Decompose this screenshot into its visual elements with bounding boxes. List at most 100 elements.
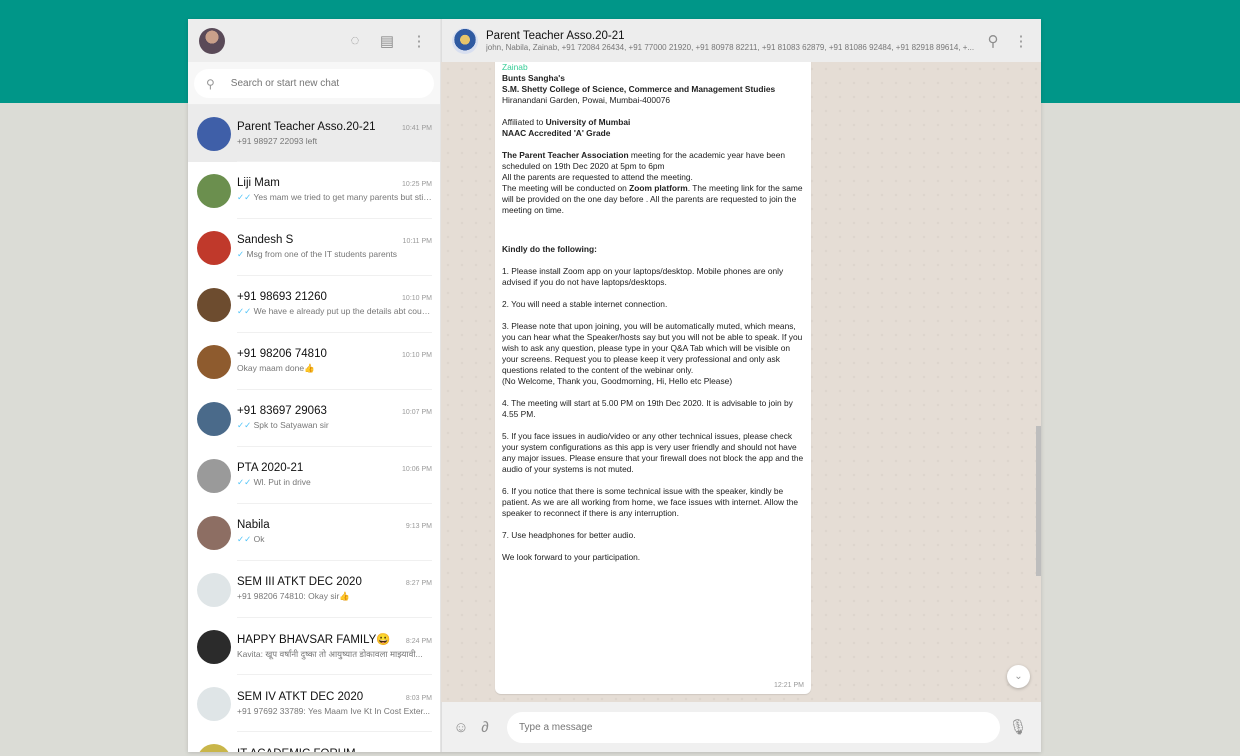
chat-name: +91 98206 74810 [237, 348, 327, 360]
chat-avatar [197, 401, 231, 436]
chat-preview: ✓✓ Ok [237, 534, 265, 544]
chat-name: +91 98693 21260 [237, 291, 327, 303]
message-line: Hiranandani Garden, Powai, Mumbai-400076 [502, 95, 671, 105]
attach-icon[interactable]: ∂ [475, 717, 495, 737]
chat-preview: +91 98206 74810: Okay sir👍 [237, 591, 350, 601]
chat-list-item[interactable]: IT ACADEMIC FORUM7:01 PM Harshal: ******… [188, 732, 440, 752]
chat-list-item[interactable]: Parent Teacher Asso.20-21 10:41 PM +91 98… [188, 105, 440, 162]
chat-time: 10:10 PM [402, 352, 432, 359]
group-name: Parent Teacher Asso.20-21 [486, 29, 625, 42]
chevron-down-icon[interactable]: ⌄ [1007, 665, 1030, 688]
chat-pane: Parent Teacher Asso.20-21 john, Nabila, … [441, 19, 1041, 752]
chat-list-item[interactable]: +91 98693 21260 10:10 PM ✓✓ We have e alre… [188, 276, 440, 333]
chat-avatar [197, 572, 231, 607]
chat-name: +91 83697 29063 [237, 405, 327, 417]
search-icon[interactable]: ⚲ [983, 31, 1003, 51]
menu-icon[interactable]: ⋮ [1011, 31, 1031, 51]
read-receipt-icon: ✓✓ [237, 534, 252, 544]
menu-icon[interactable]: ⋮ [409, 31, 429, 51]
chat-time: 8:24 PM [405, 638, 432, 645]
chat-item-body: Liji Mam 10:25 PM ✓✓ Yes mam we tried to g… [237, 162, 432, 219]
chat-avatar [197, 116, 231, 151]
search-icon: ⚲ [206, 76, 215, 91]
chat-name: Parent Teacher Asso.20-21 [237, 120, 376, 133]
chat-name: Nabila [237, 519, 270, 531]
message-item: 6. If you notice that there is some tech… [502, 486, 799, 518]
chat-list-item[interactable]: +91 98206 74810 10:10 PM Okay maam done👍 [188, 333, 440, 390]
chat-time: 7:01 PM [406, 752, 432, 753]
new-chat-icon[interactable]: ▤ [377, 31, 397, 51]
status-icon[interactable]: ◌ [345, 31, 365, 51]
message-input[interactable] [507, 711, 1000, 743]
chat-item-body: +91 98693 21260 10:10 PM ✓✓ We have e alre… [237, 276, 432, 333]
chat-preview: Okay maam done👍 [237, 363, 315, 373]
message-item: 3. Please note that upon joining, you wi… [502, 321, 803, 375]
group-members: john, Nabila, Zainab, +91 72084 26434, +… [486, 42, 975, 52]
chat-preview: ✓✓ We have e already put up the details … [237, 306, 432, 316]
my-avatar[interactable] [199, 27, 225, 54]
read-receipt-icon: ✓✓ [237, 477, 252, 487]
chat-preview: ✓✓ Spk to Satyawan sir [237, 420, 329, 430]
read-receipt-icon: ✓✓ [237, 306, 252, 316]
whatsapp-window: ◌ ▤ ⋮ ⚲ Parent Teacher Asso.20-21 10:41 P… [188, 19, 1041, 752]
read-receipt-icon: ✓✓ [237, 192, 252, 202]
read-receipt-icon: ✓ [237, 249, 245, 259]
chat-preview: +91 97692 33789: Yes Maam Ive Kt In Cost… [237, 705, 431, 716]
message-item: 7. Use headphones for better audio. [502, 530, 636, 540]
chat-time: 8:27 PM [405, 580, 432, 587]
chat-name: SEM IV ATKT DEC 2020 [237, 690, 364, 703]
chat-preview: ✓✓ Wl. Put in drive [237, 477, 311, 487]
chat-list-item[interactable]: Nabila 9:13 PM ✓✓ Ok [188, 504, 440, 561]
search-box[interactable]: ⚲ [194, 69, 434, 98]
chat-name: Liji Mam [237, 177, 280, 189]
chat-item-body: IT ACADEMIC FORUM7:01 PM Harshal: ******… [237, 732, 432, 753]
chat-time: 10:07 PM [402, 409, 432, 416]
chat-name: IT ACADEMIC FORUM [237, 748, 356, 753]
chat-preview: ✓ Msg from one of the IT students parent… [237, 249, 398, 259]
message-line: Affiliated to University of Mumbai [502, 117, 631, 127]
chat-item-body: Sandesh S 10:11 PM ✓ Msg from one of the I… [237, 219, 432, 276]
chat-list-item[interactable]: SEM III ATKT DEC 2020 8:27 PM +91 98206 7… [188, 561, 440, 618]
message-line: S.M. Shetty College of Science, Commerce… [502, 84, 776, 94]
chat-name: SEM III ATKT DEC 2020 [237, 576, 362, 588]
chat-list-item[interactable]: Liji Mam 10:25 PM ✓✓ Yes mam we tried to g… [188, 162, 440, 219]
sidebar-header: ◌ ▤ ⋮ [188, 19, 440, 62]
message-item: 5. If you face issues in audio/video or … [502, 431, 804, 474]
chat-avatar [197, 344, 231, 379]
chat-avatar [197, 173, 231, 208]
chat-list-item[interactable]: +91 83697 29063 10:07 PM ✓✓ Spk to Satyawa… [188, 390, 440, 447]
message-bubble[interactable]: Zainab Bunts Sangha's S.M. Shetty Colleg… [495, 62, 811, 694]
chat-header[interactable]: Parent Teacher Asso.20-21 john, Nabila, … [441, 19, 1041, 62]
chat-avatar [197, 686, 231, 721]
chat-list-item[interactable]: Sandesh S 10:11 PM ✓ Msg from one of the I… [188, 219, 440, 276]
mic-icon[interactable]: 🎙 [1008, 717, 1028, 737]
sidebar: ◌ ▤ ⋮ ⚲ Parent Teacher Asso.20-21 10:41 P… [188, 19, 441, 752]
chat-time: 10:41 PM [402, 124, 432, 132]
group-avatar[interactable] [452, 27, 478, 54]
chat-avatar [197, 230, 231, 265]
chat-item-body: +91 98206 74810 10:10 PM Okay maam done👍 [237, 333, 432, 390]
chat-item-body: PTA 2020-21 10:06 PM ✓✓ Wl. Put in drive [237, 447, 432, 504]
chat-preview: +91 98927 22093 left [237, 135, 318, 146]
message-heading: Kindly do the following: [502, 244, 597, 254]
message-line: NAAC Accredited 'A' Grade [502, 128, 611, 138]
search-bar: ⚲ [188, 62, 440, 105]
emoji-icon[interactable]: ☺ [451, 717, 471, 737]
chat-list-item[interactable]: SEM IV ATKT DEC 2020 8:03 PM +91 97692 33… [188, 675, 440, 732]
chat-item-body: HAPPY BHAVSAR FAMILY😀 8:24 PM Kavita: खूप… [237, 618, 432, 675]
chat-list-item[interactable]: HAPPY BHAVSAR FAMILY😀 8:24 PM Kavita: खूप… [188, 618, 440, 675]
chat-list-item[interactable]: PTA 2020-21 10:06 PM ✓✓ Wl. Put in drive [188, 447, 440, 504]
message-item: 4. The meeting will start at 5.00 PM on … [502, 398, 793, 419]
search-input[interactable] [230, 78, 411, 89]
chat-time: 10:11 PM [402, 238, 432, 245]
chat-time: 8:03 PM [405, 694, 432, 702]
chat-header-text[interactable]: Parent Teacher Asso.20-21 john, Nabila, … [486, 30, 975, 52]
chat-scrollbar[interactable] [1036, 426, 1041, 576]
chat-item-body: Nabila 9:13 PM ✓✓ Ok [237, 504, 432, 561]
chat-preview: ✓✓ Yes mam we tried to get many parents … [237, 192, 432, 202]
chat-list[interactable]: Parent Teacher Asso.20-21 10:41 PM +91 98… [188, 105, 440, 752]
message-line: Bunts Sangha's [502, 73, 565, 83]
message-closing: We look forward to your participation. [502, 552, 641, 562]
chat-time: 10:06 PM [402, 466, 432, 473]
compose-bar: ☺ ∂ 🎙 [441, 702, 1041, 752]
